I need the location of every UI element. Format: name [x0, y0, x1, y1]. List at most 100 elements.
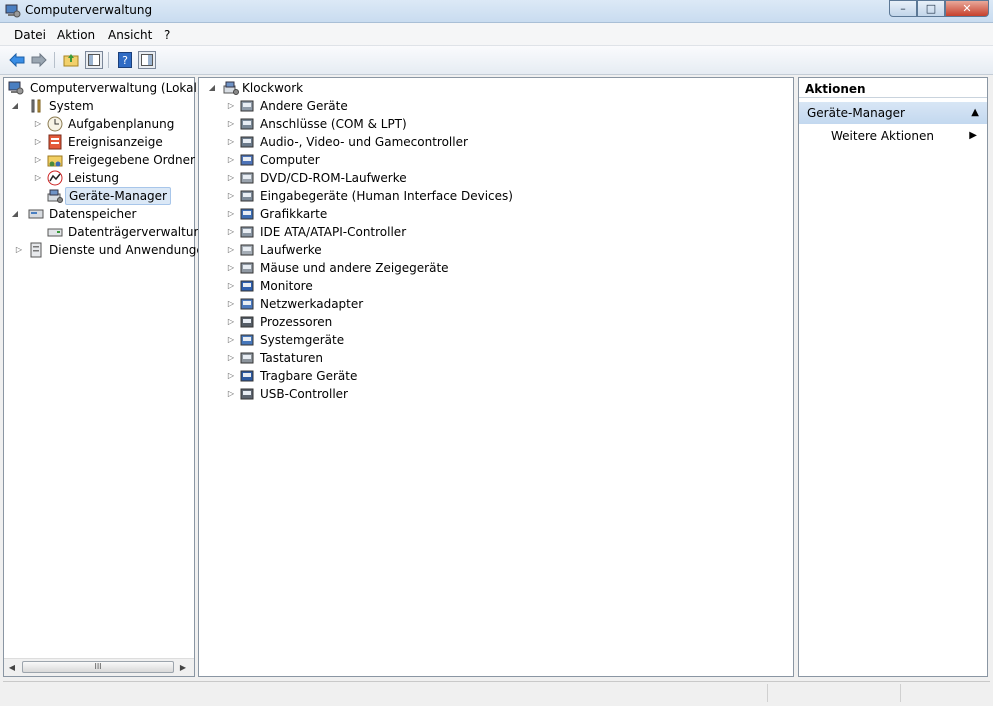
expand-triangle-icon[interactable]: ▷ [226, 385, 236, 403]
device-category-label: Grafikkarte [260, 207, 328, 221]
disk-management-icon [47, 228, 63, 237]
scroll-right-icon[interactable]: ▶ [176, 661, 190, 674]
expand-triangle-icon[interactable]: ▷ [226, 295, 236, 313]
close-button[interactable]: ✕ [945, 0, 989, 17]
device-category-icon [240, 208, 254, 220]
maximize-button[interactable]: □ [917, 0, 945, 17]
device-category-label: Systemgeräte [260, 333, 345, 347]
tree-item-label: Datenträgerverwaltung [68, 225, 209, 239]
device-category-icon [240, 226, 254, 238]
clock-icon [47, 116, 63, 132]
actions-pane: Aktionen Geräte-Manager ▲ Weitere Aktion… [798, 77, 988, 677]
horizontal-scrollbar[interactable]: ◀ III ▶ [4, 658, 194, 676]
services-icon [30, 242, 42, 258]
device-category-icon [240, 190, 254, 202]
device-category-label: Computer [260, 153, 320, 167]
expand-triangle-icon[interactable]: ▷ [226, 331, 236, 349]
event-viewer-icon [48, 134, 62, 150]
actions-section-geraete-manager[interactable]: Geräte-Manager ▲ [799, 102, 987, 124]
action-weitere-aktionen[interactable]: Weitere Aktionen ▶ [799, 126, 987, 146]
device-category-icon [240, 316, 254, 328]
device-category-label: DVD/CD-ROM-Laufwerke [260, 171, 407, 185]
expand-triangle-icon[interactable]: ▷ [226, 97, 236, 115]
menu-aktion[interactable]: Aktion [57, 28, 95, 42]
tools-icon [31, 99, 41, 113]
expand-triangle-icon[interactable]: ▷ [33, 169, 43, 187]
collapse-triangle-icon[interactable]: ◢ [207, 79, 217, 97]
tree-item-label: Computerverwaltung (Lokal) [30, 81, 202, 95]
expand-triangle-icon[interactable]: ▷ [226, 187, 236, 205]
expand-triangle-icon[interactable]: ▷ [226, 169, 236, 187]
tree-item-label: Freigegebene Ordner [68, 153, 195, 167]
show-hide-tree-icon[interactable] [85, 51, 103, 69]
expand-triangle-icon[interactable]: ▷ [226, 313, 236, 331]
expand-triangle-icon[interactable]: ▷ [226, 115, 236, 133]
performance-icon [47, 170, 63, 186]
expand-triangle-icon[interactable]: ▷ [226, 223, 236, 241]
back-arrow-icon[interactable] [8, 51, 26, 69]
help-icon[interactable]: ? [116, 51, 134, 69]
submenu-arrow-icon: ▶ [969, 130, 977, 141]
device-category-label: Netzwerkadapter [260, 297, 364, 311]
tree-item-label: Leistung [68, 171, 119, 185]
device-category-icon [240, 136, 254, 148]
menu-bar: Datei Aktion Ansicht ? [0, 23, 993, 46]
expand-triangle-icon[interactable]: ▷ [226, 349, 236, 367]
tree-item-label: Datenspeicher [49, 207, 137, 221]
expand-triangle-icon[interactable]: ▷ [226, 367, 236, 385]
tree-item-label: Geräte-Manager [65, 187, 171, 205]
expand-triangle-icon[interactable]: ▷ [226, 277, 236, 295]
title-bar: Computerverwaltung – □ ✕ [0, 0, 993, 23]
expand-triangle-icon[interactable]: ▷ [33, 115, 43, 133]
computer-management-icon [5, 4, 21, 18]
device-category-icon [240, 100, 254, 112]
menu-help[interactable]: ? [164, 28, 170, 42]
device-category-label: Laufwerke [260, 243, 322, 257]
actions-header: Aktionen [799, 78, 987, 98]
device-tree-panel: ◢ Klockwork ▷ Andere Geräte ▷ Anschlüsse (C… [198, 77, 794, 677]
expand-triangle-icon[interactable]: ▷ [226, 205, 236, 223]
device-category-icon [240, 370, 254, 382]
storage-icon [28, 209, 44, 219]
device-manager-icon [47, 189, 63, 203]
toolbar-separator [54, 52, 55, 68]
device-category-icon [240, 352, 254, 364]
up-folder-icon[interactable] [62, 51, 80, 69]
expand-triangle-icon[interactable]: ▷ [226, 151, 236, 169]
forward-arrow-icon[interactable] [30, 51, 48, 69]
expand-triangle-icon[interactable]: ▷ [33, 151, 43, 169]
device-category-label: IDE ATA/ATAPI-Controller [260, 225, 407, 239]
collapse-up-icon[interactable]: ▲ [971, 102, 979, 124]
svg-text:?: ? [122, 54, 128, 67]
collapse-triangle-icon[interactable]: ◢ [10, 97, 20, 115]
expand-triangle-icon[interactable]: ▷ [14, 241, 24, 259]
device-category-icon [240, 298, 254, 310]
collapse-triangle-icon[interactable]: ◢ [10, 205, 20, 223]
computer-name: Klockwork [242, 81, 304, 95]
device-category-label: Andere Geräte [260, 99, 348, 113]
toolbar-separator [108, 52, 109, 68]
action-label: Weitere Aktionen [831, 129, 934, 143]
expand-triangle-icon[interactable]: ▷ [33, 133, 43, 151]
window-controls: – □ ✕ [889, 0, 989, 17]
device-category-icon [240, 154, 254, 166]
status-bar [3, 681, 990, 704]
expand-triangle-icon[interactable]: ▷ [226, 259, 236, 277]
device-category-icon [240, 244, 254, 256]
expand-triangle-icon[interactable]: ▷ [226, 241, 236, 259]
device-category-label: Tastaturen [260, 351, 323, 365]
menu-datei[interactable]: Datei [14, 28, 46, 42]
scrollbar-thumb[interactable]: III [22, 661, 174, 673]
device-category-label: Monitore [260, 279, 313, 293]
device-category-label: Tragbare Geräte [260, 369, 358, 383]
scroll-left-icon[interactable]: ◀ [5, 661, 19, 674]
device-category-label: USB-Controller [260, 387, 348, 401]
device-category-label: Eingabegeräte (Human Interface Devices) [260, 189, 513, 203]
computer-icon [223, 81, 239, 95]
device-category-label: Mäuse und andere Zeigegeräte [260, 261, 449, 275]
expand-triangle-icon[interactable]: ▷ [226, 133, 236, 151]
menu-ansicht[interactable]: Ansicht [108, 28, 152, 42]
show-hide-action-pane-icon[interactable] [138, 51, 156, 69]
minimize-button[interactable]: – [889, 0, 917, 17]
tree-item-label: Ereignisanzeige [68, 135, 163, 149]
